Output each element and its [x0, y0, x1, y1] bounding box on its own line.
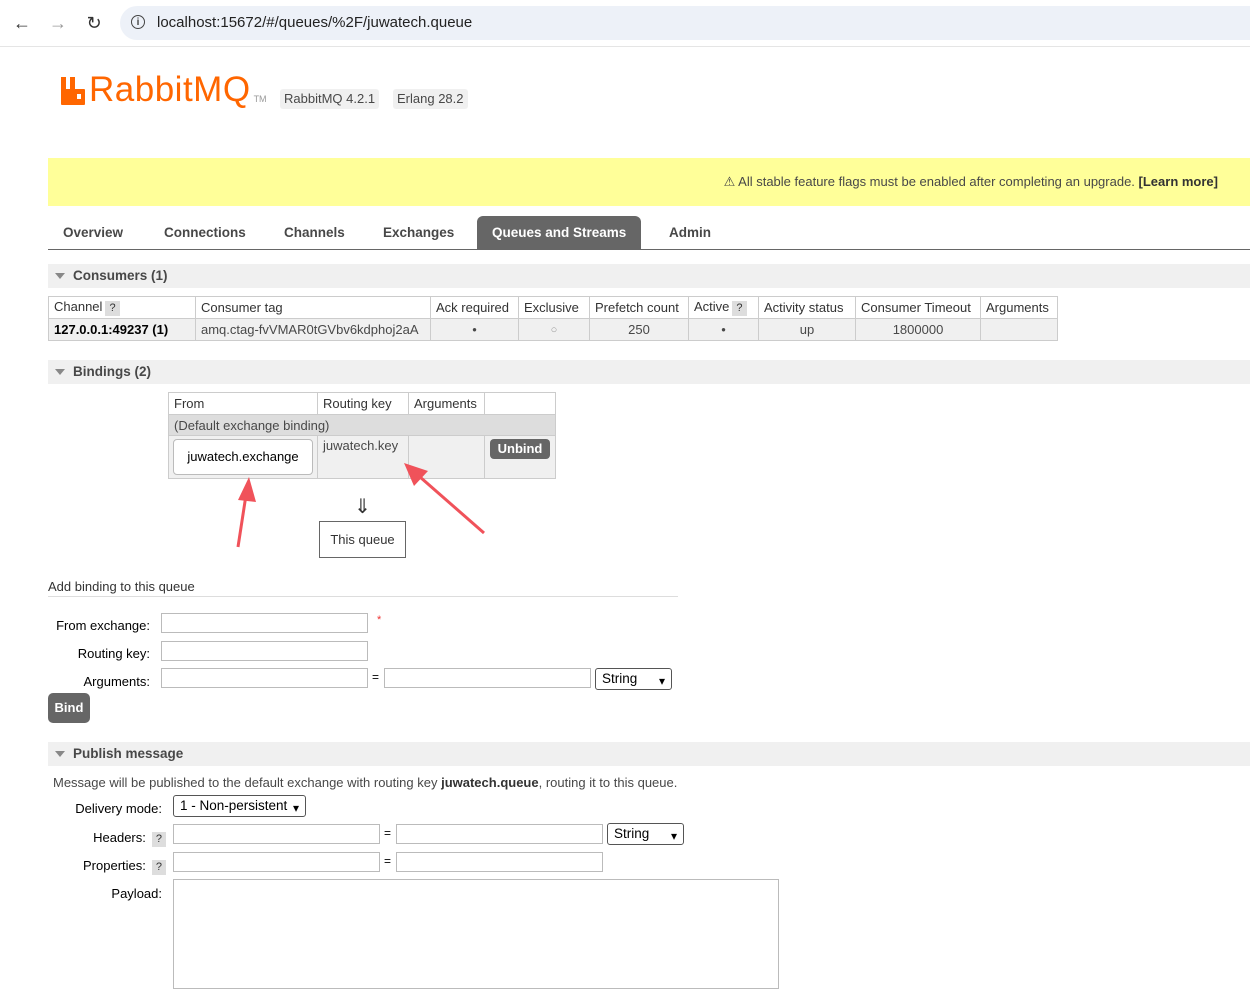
equals-sign: =: [384, 854, 392, 868]
rabbitmq-logo[interactable]: RabbitMQ TM: [60, 72, 267, 108]
consumer-arguments: [980, 318, 1058, 341]
help-icon[interactable]: ?: [151, 832, 166, 847]
binding-from-cell: juwatech.exchange: [168, 435, 318, 479]
down-arrow-icon: ⇓: [354, 496, 371, 518]
col-active: Active?: [688, 296, 759, 319]
active-dot: ●: [688, 318, 759, 341]
col-prefetch-count: Prefetch count: [589, 296, 689, 319]
channel-link[interactable]: 127.0.0.1:49237 (1): [48, 318, 196, 341]
required-mark: *: [377, 614, 382, 626]
prefetch-count: 250: [589, 318, 689, 341]
forward-icon[interactable]: →: [45, 10, 71, 36]
argument-key-input[interactable]: [161, 668, 368, 688]
chevron-down-icon: ▾: [670, 829, 677, 843]
tab-admin[interactable]: Admin: [654, 216, 726, 249]
add-binding-title: Add binding to this queue: [48, 579, 678, 597]
col-consumer-timeout: Consumer Timeout: [855, 296, 981, 319]
bind-button[interactable]: Bind: [48, 693, 90, 723]
default-exchange-binding: (Default exchange binding): [168, 414, 556, 436]
col-arguments: Arguments: [980, 296, 1058, 319]
header-key-input[interactable]: [173, 824, 380, 844]
properties-label: Properties:?: [48, 858, 166, 875]
payload-label: Payload:: [111, 886, 162, 901]
argument-value-input[interactable]: [384, 668, 591, 688]
this-queue-box: This queue: [319, 521, 406, 558]
banner-message: ⚠ All stable feature flags must be enabl…: [724, 174, 1218, 190]
property-key-input[interactable]: [173, 852, 380, 872]
help-icon[interactable]: ?: [732, 301, 747, 316]
collapse-triangle-icon: [55, 369, 65, 375]
delivery-mode-select[interactable]: 1 - Non-persistent ▾: [173, 795, 306, 817]
col-activity-status: Activity status: [758, 296, 856, 319]
header-value-input[interactable]: [396, 824, 603, 844]
consumers-section-header[interactable]: Consumers (1): [48, 264, 1250, 288]
bindings-section-header[interactable]: Bindings (2): [48, 360, 1250, 384]
col-from: From: [168, 392, 318, 415]
col-actions: [484, 392, 556, 415]
routing-key-input[interactable]: [161, 641, 368, 661]
arguments-label: Arguments:: [83, 674, 150, 689]
url-text[interactable]: localhost:15672/#/queues/%2F/juwatech.qu…: [157, 14, 472, 31]
erlang-version: Erlang 28.2: [393, 89, 468, 109]
logo-text: RabbitMQ: [89, 70, 251, 109]
argument-type-select[interactable]: String ▾: [595, 668, 672, 690]
col-routing-key: Routing key: [317, 392, 409, 415]
headers-label: Headers:?: [48, 830, 166, 847]
logo-tm: TM: [253, 94, 267, 104]
tab-connections[interactable]: Connections: [149, 216, 261, 249]
tab-exchanges[interactable]: Exchanges: [368, 216, 469, 249]
bindings-title: Bindings (2): [73, 364, 151, 379]
bindings-table: From Routing key Arguments (Default exch…: [168, 392, 556, 479]
col-exclusive: Exclusive: [518, 296, 590, 319]
table-row: 127.0.0.1:49237 (1) amq.ctag-fvVMAR0tGVb…: [48, 318, 1058, 341]
payload-textarea[interactable]: [173, 879, 779, 989]
delivery-mode-label: Delivery mode:: [75, 801, 162, 816]
binding-actions: Unbind: [484, 435, 556, 479]
equals-sign: =: [384, 826, 392, 840]
publish-title: Publish message: [73, 746, 184, 761]
publish-routing-key: juwatech.queue: [441, 775, 539, 790]
col-arguments: Arguments: [408, 392, 485, 415]
activity-status: up: [758, 318, 856, 341]
consumers-table: Channel? Consumer tag Ack required Exclu…: [48, 296, 1058, 341]
tab-channels[interactable]: Channels: [269, 216, 360, 249]
learn-more-link[interactable]: [Learn more]: [1139, 174, 1218, 189]
help-icon[interactable]: ?: [151, 860, 166, 875]
reload-icon[interactable]: ↻: [81, 10, 107, 36]
chevron-down-icon: ▾: [658, 674, 665, 688]
header-type-select[interactable]: String ▾: [607, 823, 684, 845]
rabbitmq-version: RabbitMQ 4.2.1: [280, 89, 380, 109]
tab-overview[interactable]: Overview: [48, 216, 138, 249]
consumer-tag: amq.ctag-fvVMAR0tGVbv6kdphoj2aA: [195, 318, 431, 341]
col-channel: Channel?: [48, 296, 196, 319]
chevron-down-icon: ▾: [292, 801, 299, 815]
help-icon[interactable]: ?: [105, 301, 120, 316]
col-consumer-tag: Consumer tag: [195, 296, 431, 319]
publish-description: Message will be published to the default…: [53, 775, 678, 790]
equals-sign: =: [372, 670, 380, 684]
exclusive-circle: ○: [518, 318, 590, 341]
tab-queues-and-streams[interactable]: Queues and Streams: [477, 216, 642, 249]
binding-arguments: [408, 435, 485, 479]
back-icon[interactable]: ←: [9, 10, 35, 36]
site-info-icon[interactable]: i: [131, 15, 145, 29]
from-exchange-input[interactable]: [161, 613, 368, 633]
from-exchange-label: From exchange:: [56, 618, 150, 633]
banner-text: ⚠ All stable feature flags must be enabl…: [723, 174, 1135, 189]
col-ack-required: Ack required: [430, 296, 519, 319]
routing-key: juwatech.key: [317, 435, 409, 479]
exchange-link[interactable]: juwatech.exchange: [173, 439, 313, 475]
unbind-button[interactable]: Unbind: [490, 439, 550, 459]
consumers-title: Consumers (1): [73, 268, 168, 283]
routing-key-label: Routing key:: [77, 646, 150, 661]
property-value-input[interactable]: [396, 852, 603, 872]
publish-section-header[interactable]: Publish message: [48, 742, 1250, 766]
ack-required-dot: ●: [430, 318, 519, 341]
collapse-triangle-icon: [55, 751, 65, 757]
collapse-triangle-icon: [55, 273, 65, 279]
table-row: juwatech.exchange juwatech.key Unbind: [168, 435, 556, 479]
consumer-timeout: 1800000: [855, 318, 981, 341]
annotation-arrow-exchange: [236, 477, 256, 548]
rabbit-logo-icon: [61, 77, 85, 105]
